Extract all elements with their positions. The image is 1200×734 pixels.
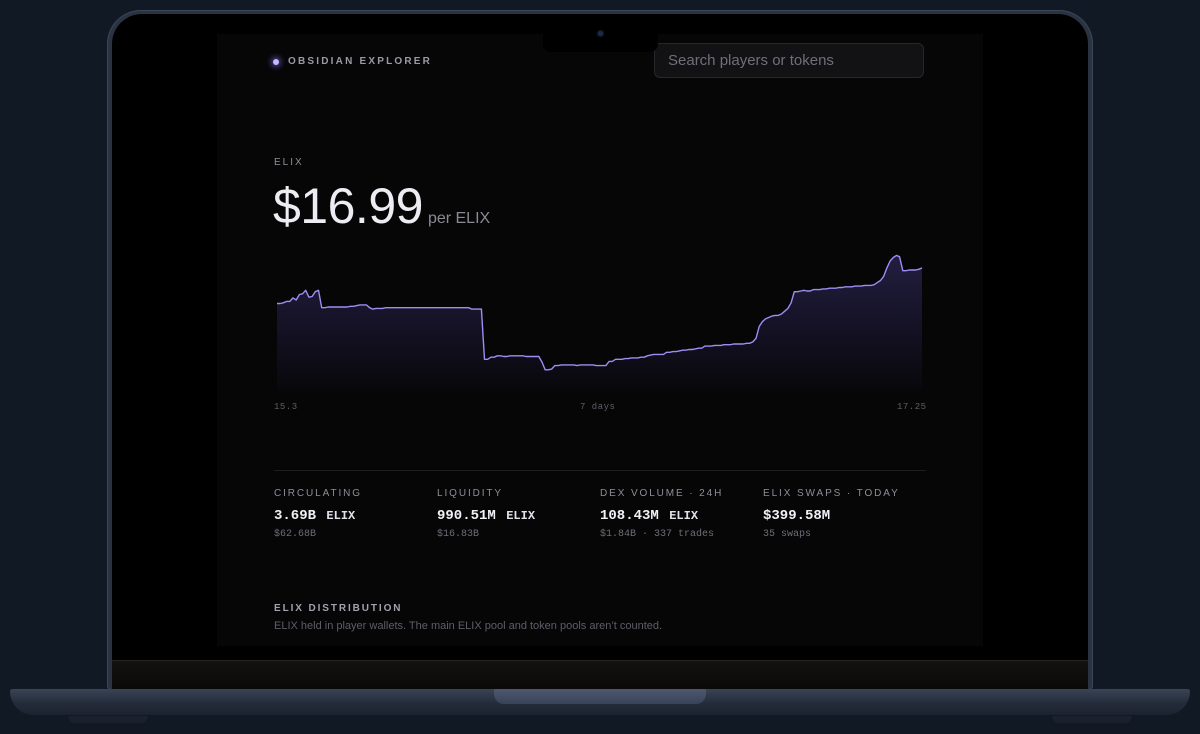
x-tick-label: 7 days [580,402,616,412]
price-chart[interactable] [217,34,983,414]
stat-amount: 990.51M [437,508,496,524]
stat-label: DEX VOLUME · 24H [600,488,724,499]
stat-value: 3.69B ELIX [274,508,362,524]
stat-circulating: CIRCULATING 3.69B ELIX $62.68B [274,488,362,540]
stat-liquidity: LIQUIDITY 990.51M ELIX $16.83B [437,488,535,540]
laptop-foot [1052,716,1132,723]
trackpad-notch [494,689,706,704]
stat-unit: ELIX [669,509,699,523]
stat-amount: 108.43M [600,508,659,524]
stat-subvalue: 35 swaps [763,529,812,540]
screen-bottom-bezel [112,660,1088,691]
stat-unit: ELIX [506,509,536,523]
x-tick-label: 15.3 [274,402,298,412]
stat-value: $399.58M [763,508,900,524]
stat-label: CIRCULATING [274,488,362,499]
app-screen: OBSIDIAN EXPLORER ELIX $16.99 per ELIX 1… [217,34,983,646]
divider [274,470,926,471]
stat-dex-volume: DEX VOLUME · 24H 108.43M ELIX $1.84B · 3… [600,488,723,540]
camera-icon [598,31,603,36]
x-tick-label: 17.25 [897,402,927,412]
stat-value: 108.43M ELIX [600,508,723,524]
stat-value: 990.51M ELIX [437,508,535,524]
stat-swaps: ELIX SWAPS · TODAY $399.58M 35 swaps [763,488,900,540]
chart-area [277,255,922,390]
stat-amount: $399.58M [763,508,831,524]
stat-unit: ELIX [326,509,356,523]
stat-subvalue: $1.84B · 337 trades [600,529,715,540]
stat-subvalue: $62.68B [274,529,317,540]
distribution-description: ELIX held in player wallets. The main EL… [274,620,663,632]
laptop-foot [68,716,148,723]
stat-label: LIQUIDITY [437,488,503,499]
stat-subvalue: $16.83B [437,529,480,540]
stat-amount: 3.69B [274,508,317,524]
distribution-title: ELIX DISTRIBUTION [274,603,403,614]
stat-label: ELIX SWAPS · TODAY [763,488,900,499]
